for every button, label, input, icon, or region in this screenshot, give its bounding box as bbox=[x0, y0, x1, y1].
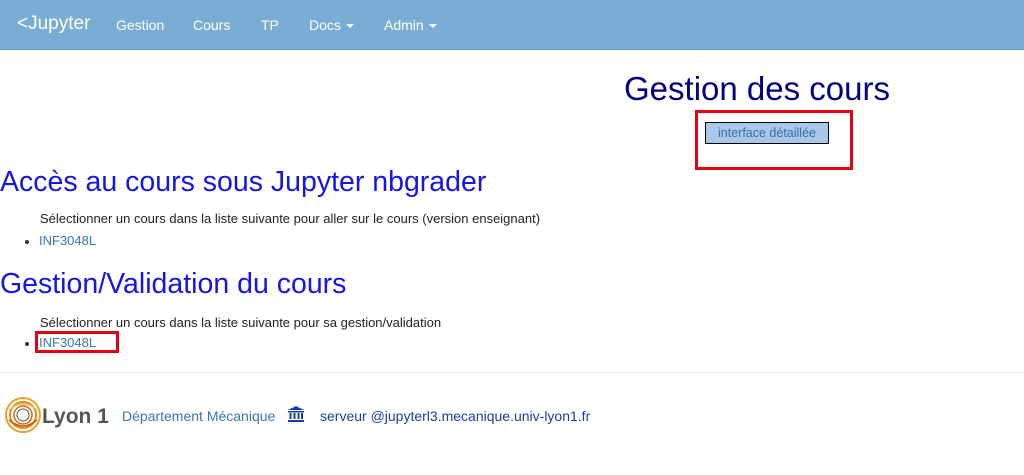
lyon1-logo-icon bbox=[5, 397, 41, 433]
bullet-icon bbox=[25, 239, 29, 244]
course-link-access[interactable]: INF3048L bbox=[39, 233, 96, 248]
page-title: Gestion des cours bbox=[624, 70, 890, 107]
footer-divider bbox=[0, 372, 1024, 373]
server-info: serveur @jupyterl3.mecanique.univ-lyon1.… bbox=[320, 408, 591, 424]
department-link[interactable]: Département Mécanique bbox=[122, 408, 275, 424]
bullet-icon bbox=[25, 341, 29, 346]
section-instruction-management: Sélectionner un cours dans la liste suiv… bbox=[40, 315, 442, 330]
brand-link[interactable]: <Jupyter bbox=[17, 13, 90, 35]
nav-item-tp[interactable]: TP bbox=[261, 17, 279, 33]
caret-down-icon bbox=[428, 24, 437, 29]
navbar: <Jupyter Gestion Cours TP Docs Admin bbox=[0, 0, 1024, 50]
list-item: INF3048L bbox=[25, 233, 96, 248]
nav-item-gestion[interactable]: Gestion bbox=[116, 17, 164, 33]
lyon1-logo-text: Lyon 1 bbox=[42, 405, 109, 428]
caret-down-icon bbox=[345, 24, 354, 29]
bank-icon bbox=[288, 406, 304, 422]
highlight-box-detail-button bbox=[695, 110, 853, 170]
nav-item-docs-label: Docs bbox=[309, 17, 341, 33]
section-title-access: Accès au cours sous Jupyter nbgrader bbox=[0, 166, 487, 198]
nav-item-cours[interactable]: Cours bbox=[193, 17, 230, 33]
nav-item-docs[interactable]: Docs bbox=[309, 17, 354, 33]
section-instruction-access: Sélectionner un cours dans la liste suiv… bbox=[40, 211, 541, 226]
nav-item-admin[interactable]: Admin bbox=[384, 17, 437, 33]
nav-item-admin-label: Admin bbox=[384, 17, 424, 33]
section-title-management: Gestion/Validation du cours bbox=[0, 268, 347, 300]
highlight-box-course-link bbox=[35, 331, 119, 353]
